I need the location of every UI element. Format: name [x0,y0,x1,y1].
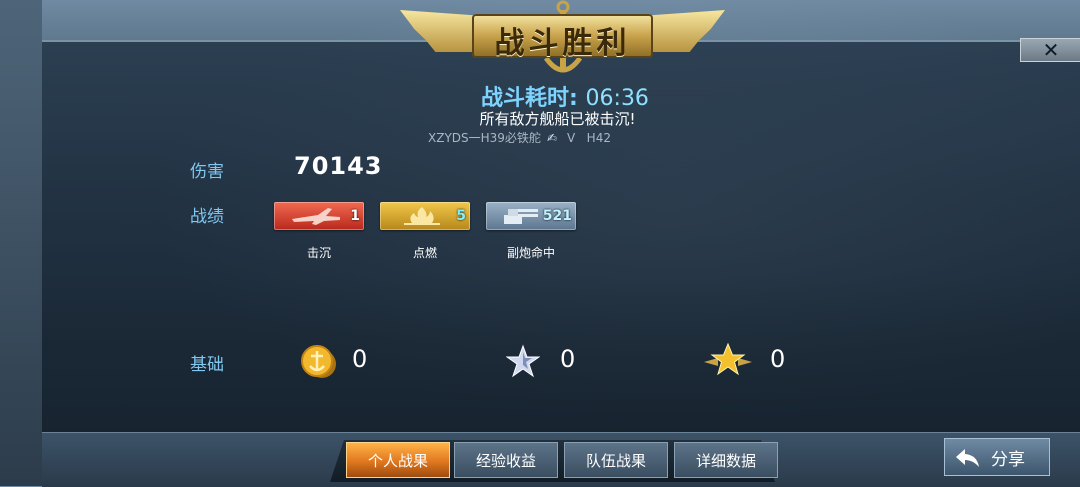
secondary-gun-icon [504,209,538,224]
player-info: XZYDS一H39必铁舵 ✍ V H42 [428,129,611,146]
fire-icon [404,207,440,225]
share-label: 分享 [991,450,1025,470]
victory-banner: 战斗胜利 [400,0,725,80]
base-label: 基础 [190,355,224,375]
badge-fire[interactable]: 5 [380,202,470,230]
coin-value: 0 [352,345,368,373]
tab-team-results[interactable]: 队伍战果 [564,442,668,478]
badge-secondary-gun[interactable]: 521 [486,202,576,230]
badge-fire-caption: 点燃 [412,246,437,260]
badge-fire-count: 5 [456,208,466,224]
tab-detailed-data[interactable]: 详细数据 [674,442,778,478]
player-rank: V [567,131,576,145]
banner-title: 战斗胜利 [494,26,631,61]
silver-star-value: 0 [560,345,576,373]
damage-value: 70143 [294,152,383,180]
badge-secondary-gun-caption: 副炮命中 [506,246,555,260]
close-button[interactable]: ✕ [1020,38,1080,62]
badge-sink[interactable]: 1 [274,202,364,230]
achievements-label: 战绩 [190,207,224,227]
badge-secondary-gun-count: 521 [542,208,572,224]
battle-message: 所有敌方舰船已被击沉! [479,110,636,128]
damage-label: 伤害 [190,162,224,182]
share-button[interactable]: 分享 [944,438,1050,476]
flag-icon: ✍ [546,131,557,145]
tab-experience[interactable]: 经验收益 [454,442,558,478]
badge-sink-count: 1 [350,208,360,224]
player-name: XZYDS一H39必铁舵 [428,131,541,145]
close-icon: ✕ [1042,38,1060,62]
gold-star-icon [704,342,752,376]
left-edge [0,0,42,486]
share-arrow-icon [956,449,979,467]
gold-coin-icon [301,345,336,378]
silver-star-icon [506,344,540,378]
gold-star-value: 0 [770,345,786,373]
badge-sink-caption: 击沉 [306,246,331,260]
tab-personal-results[interactable]: 个人战果 [346,442,450,478]
sink-plane-icon [292,208,340,225]
player-ship: H42 [586,131,611,145]
